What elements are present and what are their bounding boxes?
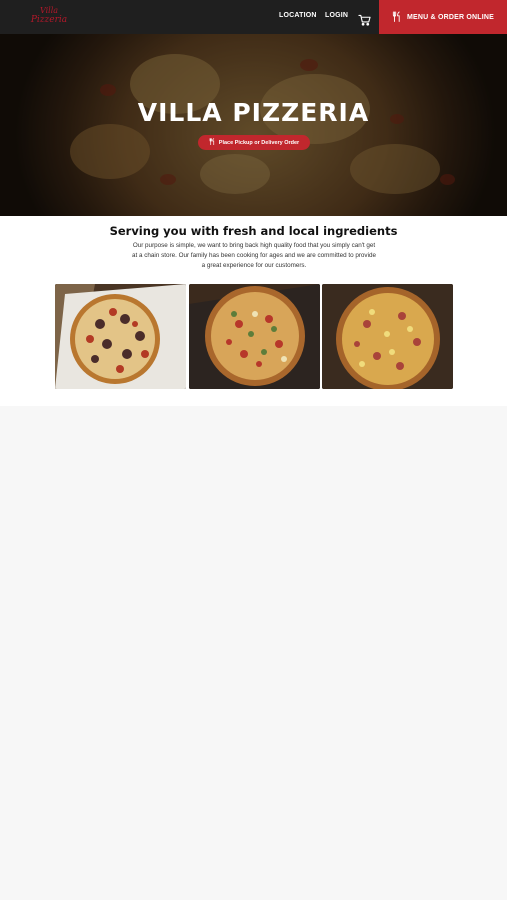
place-order-label: Place Pickup or Delivery Order bbox=[218, 139, 300, 146]
hero-title: VILLA PIZZERIA bbox=[137, 98, 370, 127]
menu-order-online-button[interactable]: MENU & ORDER ONLINE bbox=[379, 0, 507, 34]
section-title: Serving you with fresh and local ingredi… bbox=[109, 224, 398, 238]
pizza-photo-ham-pineapple[interactable] bbox=[322, 284, 453, 389]
logo-line-1: Villa bbox=[39, 6, 59, 15]
pizza-photo-olive-pepperoni[interactable] bbox=[55, 284, 186, 389]
hero-banner: VILLA PIZZERIA Place Pickup or Delivery … bbox=[0, 34, 507, 216]
cart-icon[interactable] bbox=[358, 11, 371, 26]
page-background bbox=[0, 406, 507, 900]
nav-login-link[interactable]: LOGIN bbox=[325, 12, 348, 19]
top-nav: Villa Pizzeria LOCATION LOGIN MENU & ORD… bbox=[0, 0, 507, 34]
place-order-button[interactable]: Place Pickup or Delivery Order bbox=[198, 135, 310, 150]
logo-line-2: Pizzeria bbox=[30, 15, 68, 25]
about-section: Serving you with fresh and local ingredi… bbox=[0, 216, 507, 406]
brand-logo[interactable]: Villa Pizzeria bbox=[30, 7, 68, 27]
pizza-photo-supreme[interactable] bbox=[189, 284, 320, 389]
fork-knife-icon bbox=[392, 11, 401, 24]
fork-knife-icon bbox=[209, 138, 215, 147]
nav-location-link[interactable]: LOCATION bbox=[279, 12, 317, 19]
order-button-label: MENU & ORDER ONLINE bbox=[406, 13, 495, 21]
section-description: Our purpose is simple, we want to bring … bbox=[132, 242, 376, 269]
